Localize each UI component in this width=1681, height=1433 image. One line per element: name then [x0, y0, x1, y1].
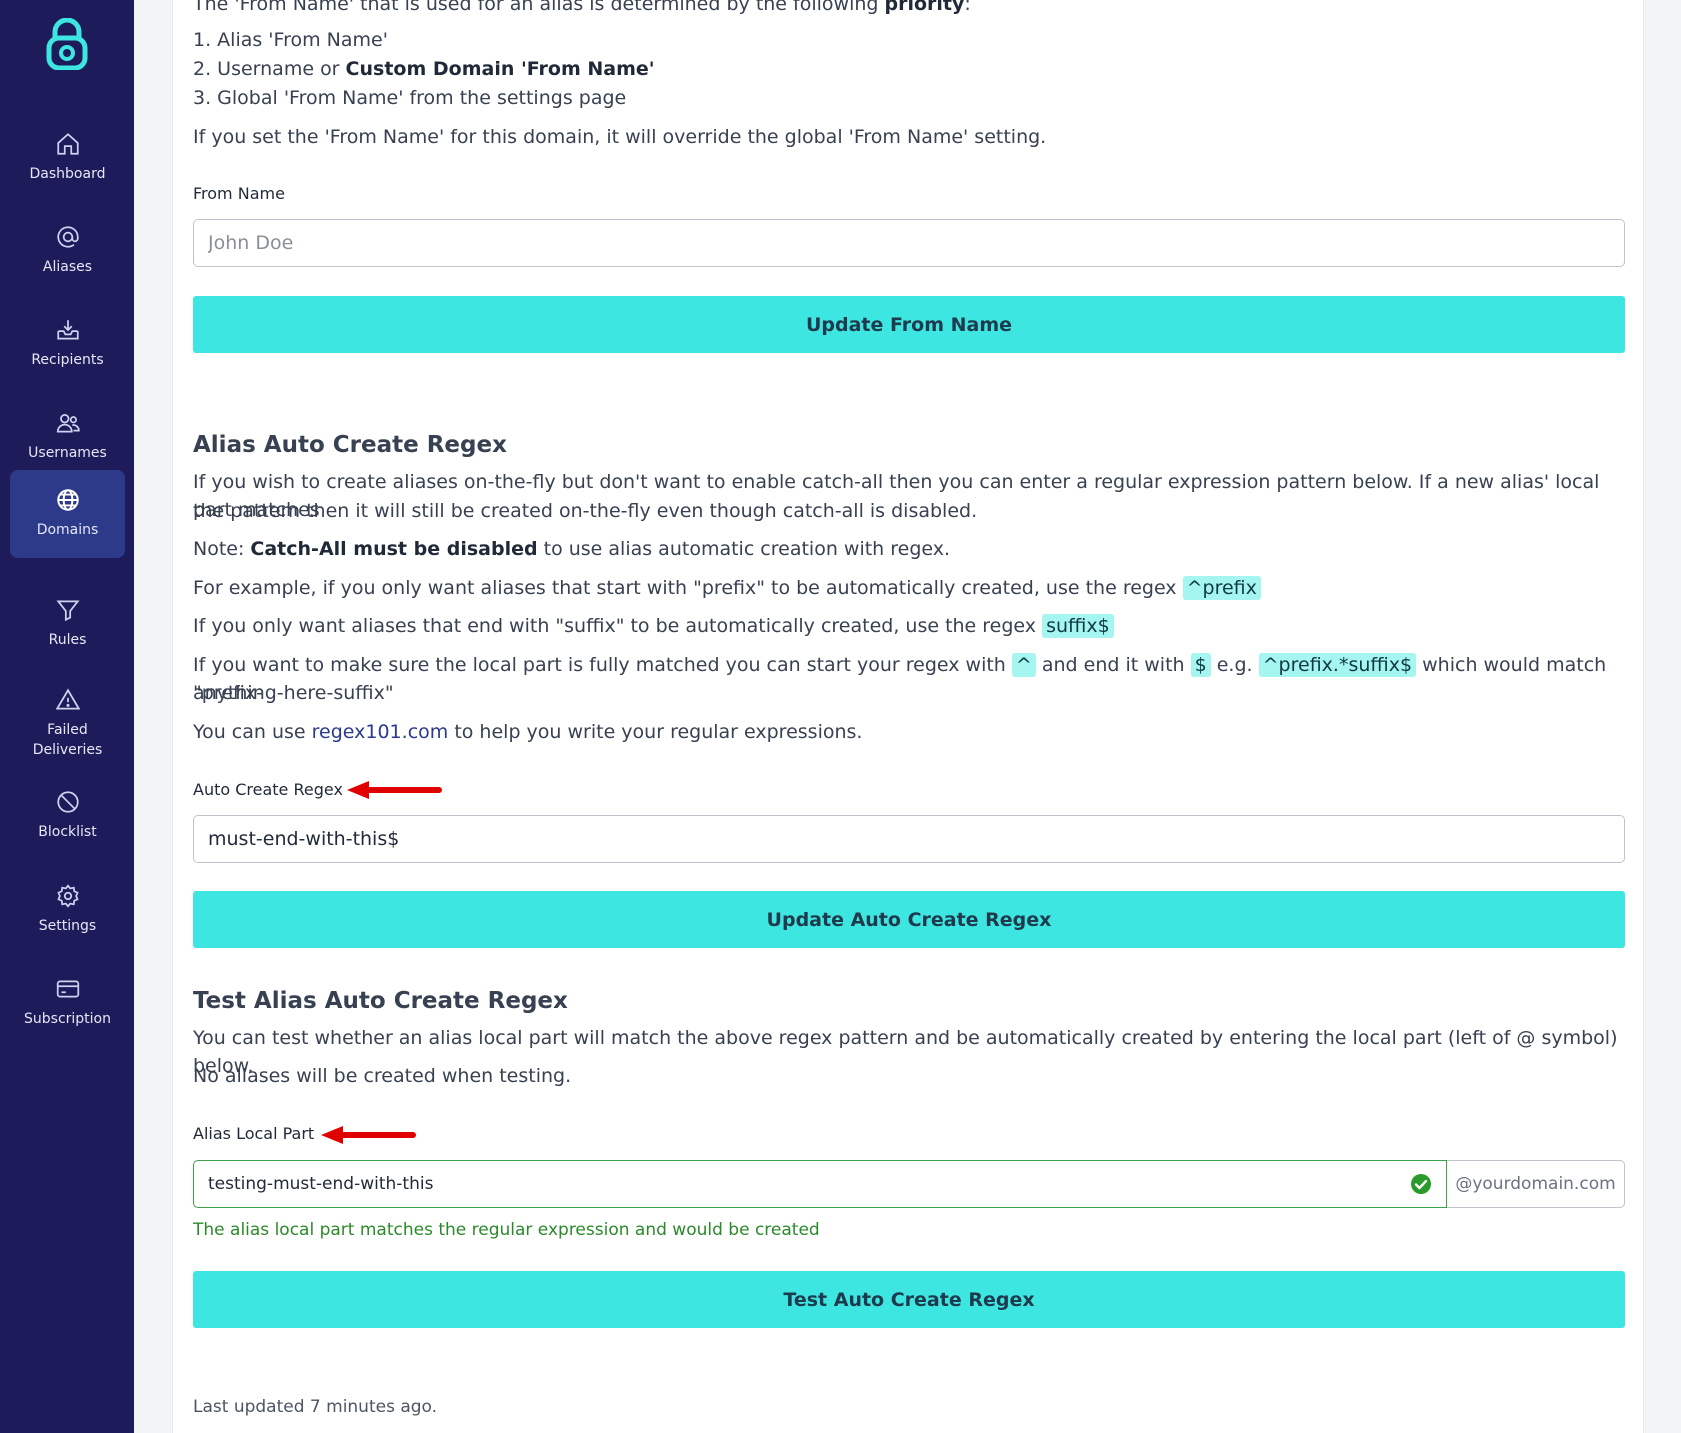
update-from-name-button[interactable]: Update From Name — [193, 296, 1625, 353]
inbox-icon — [56, 320, 79, 340]
auto-regex-label: Auto Create Regex — [193, 780, 343, 799]
red-arrow-icon — [321, 1126, 416, 1144]
sidebar-item-label: Settings — [38, 918, 97, 935]
globe-icon — [56, 489, 79, 511]
sidebar-item-label: Blocklist — [38, 824, 97, 841]
at-icon — [56, 226, 79, 248]
sidebar-item-failed-deliveries[interactable]: Failed Deliveries — [10, 672, 125, 776]
red-arrow-icon — [347, 781, 442, 799]
sidebar-item-label: Domains — [36, 522, 99, 539]
sidebar-item-settings[interactable]: Settings — [10, 866, 125, 954]
main-card: The 'From Name' that is used for an alia… — [172, 0, 1644, 1433]
sidebar-item-label: Aliases — [42, 259, 93, 276]
alias-local-part-input[interactable] — [208, 1174, 1410, 1194]
auto-regex-note: Note: Catch-All must be disabled to use … — [193, 538, 951, 560]
sidebar-item-usernames[interactable]: Usernames — [10, 393, 125, 481]
regex101-link[interactable]: regex101.com — [312, 721, 449, 743]
auto-regex-example-suffix: If you only want aliases that end with "… — [193, 612, 1114, 640]
test-auto-regex-button[interactable]: Test Auto Create Regex — [193, 1271, 1625, 1328]
sidebar-item-label: Rules — [48, 632, 87, 649]
sidebar-item-blocklist[interactable]: Blocklist — [10, 772, 125, 860]
alias-local-part-group: @yourdomain.com — [193, 1160, 1625, 1208]
sidebar-item-label: Dashboard — [29, 166, 106, 183]
users-icon — [56, 414, 80, 433]
from-name-label: From Name — [193, 184, 285, 203]
card-icon — [56, 980, 79, 998]
alias-local-part-wrapper — [193, 1160, 1447, 1208]
sidebar-item-label: Usernames — [28, 445, 107, 462]
update-auto-regex-button[interactable]: Update Auto Create Regex — [193, 891, 1625, 948]
domain-addon: @yourdomain.com — [1447, 1160, 1625, 1208]
sidebar-item-label: Recipients — [31, 352, 104, 369]
sidebar-item-dashboard[interactable]: Dashboard — [10, 114, 125, 202]
priority-item-2: 2. Username or Custom Domain 'From Name' — [193, 58, 655, 80]
auto-regex-example-full-line2: anything-here-suffix" — [193, 682, 394, 704]
sidebar-item-subscription[interactable]: Subscription — [10, 959, 125, 1047]
last-updated-text: Last updated 7 minutes ago. — [193, 1397, 438, 1417]
sidebar-item-label: Subscription — [24, 1011, 111, 1028]
code-snippet: $ — [1190, 653, 1211, 677]
auto-regex-input[interactable] — [193, 815, 1625, 863]
regex-match-success: The alias local part matches the regular… — [193, 1220, 820, 1240]
auto-regex-example-prefix: For example, if you only want aliases th… — [193, 574, 1261, 602]
code-snippet: suffix$ — [1042, 614, 1114, 638]
alias-local-part-label: Alias Local Part — [193, 1124, 315, 1143]
from-name-input[interactable] — [193, 219, 1625, 267]
warning-icon — [55, 688, 80, 710]
auto-regex-example-full: If you want to make sure the local part … — [193, 653, 1607, 704]
from-name-intro: The 'From Name' that is used for an alia… — [193, 0, 971, 15]
test-regex-note: No aliases will be created when testing. — [193, 1065, 572, 1087]
logo-icon[interactable] — [44, 18, 90, 70]
home-icon — [56, 133, 79, 155]
priority-item-1: 1. Alias 'From Name' — [193, 29, 388, 51]
block-icon — [56, 791, 79, 813]
auto-regex-desc-2: the pattern then it will still be create… — [193, 500, 978, 522]
auto-regex-tool-hint: You can use regex101.com to help you wri… — [193, 721, 863, 743]
sidebar-item-domains[interactable]: Domains — [10, 470, 125, 558]
gear-icon — [56, 884, 79, 908]
code-snippet: ^ — [1011, 653, 1036, 677]
code-snippet: ^prefix.*suffix$ — [1258, 653, 1417, 677]
from-name-override-note: If you set the 'From Name' for this doma… — [193, 126, 1047, 148]
sidebar-item-recipients[interactable]: Recipients — [10, 300, 125, 388]
auto-regex-heading: Alias Auto Create Regex — [193, 432, 507, 458]
sidebar-item-aliases[interactable]: Aliases — [10, 207, 125, 295]
sidebar-item-label: Failed Deliveries — [32, 722, 103, 758]
sidebar-item-rules[interactable]: Rules — [10, 580, 125, 668]
code-snippet: ^prefix — [1182, 576, 1261, 600]
filter-icon — [55, 600, 80, 622]
priority-item-3: 3. Global 'From Name' from the settings … — [193, 87, 627, 109]
sidebar: Dashboard Aliases Recipients Usernames D… — [0, 0, 134, 1433]
check-circle-icon — [1411, 1174, 1431, 1194]
test-regex-heading: Test Alias Auto Create Regex — [193, 988, 568, 1014]
